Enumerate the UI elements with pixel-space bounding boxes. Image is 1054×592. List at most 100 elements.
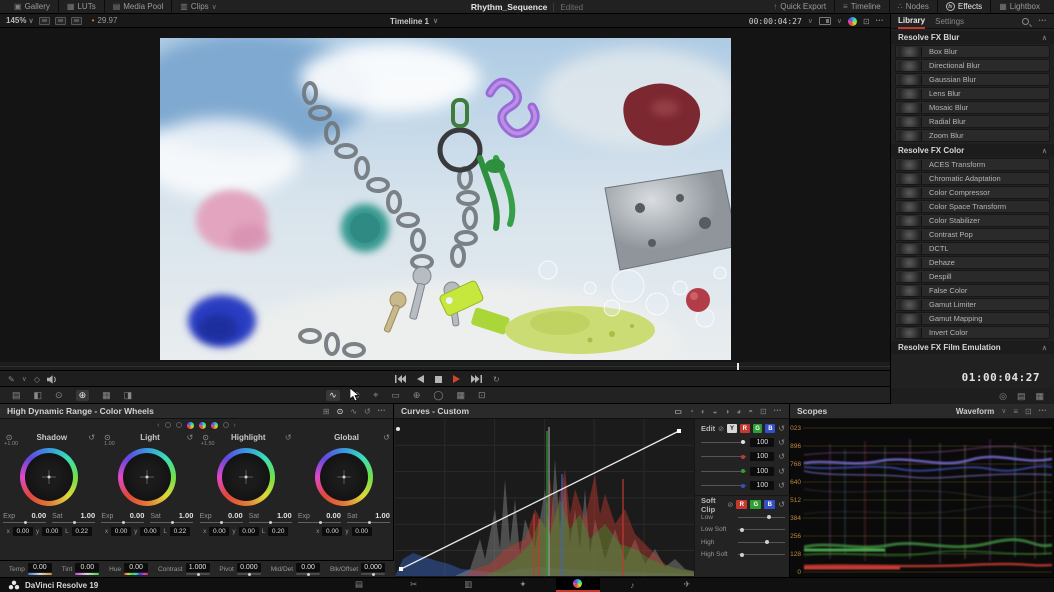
section-resolve-fx-color[interactable]: Resolve FX Color∧ <box>891 144 1054 157</box>
power-window-icon[interactable]: ▭ <box>391 391 400 400</box>
sat-value[interactable]: 1.00 <box>179 511 194 520</box>
stop-button[interactable] <box>435 376 442 383</box>
viewer-timecode[interactable]: 00:00:04:27 <box>749 17 802 26</box>
fx-item-despill[interactable]: Despill <box>895 270 1050 283</box>
reset-icon[interactable]: ↺ <box>778 438 785 447</box>
fx-item-color-compressor[interactable]: Color Compressor <box>895 186 1050 199</box>
sat-slider[interactable] <box>52 522 95 523</box>
tab-library[interactable]: Library <box>898 14 925 29</box>
rgb-mixer-icon[interactable]: ▦ <box>102 391 111 400</box>
y-intensity-slider[interactable]: 100 ↺ <box>701 435 785 450</box>
fx-item-box-blur[interactable]: Box Blur <box>895 45 1050 58</box>
play-button[interactable] <box>453 375 460 383</box>
quick-export-button[interactable]: ↑Quick Export <box>765 0 835 14</box>
contrast-value[interactable]: 1.000 <box>186 563 210 572</box>
page-dot[interactable] <box>223 422 229 428</box>
reset-icon[interactable]: ↺ <box>778 452 785 461</box>
page-media-icon[interactable]: ▤ <box>337 579 381 590</box>
fx-item-contrast-pop[interactable]: Contrast Pop <box>895 228 1050 241</box>
qualifier-icon[interactable]: ⌖ <box>373 391 378 400</box>
reset-icon[interactable]: ↺ <box>778 500 785 509</box>
x-value[interactable]: 0.00 <box>322 527 342 536</box>
play-reverse-button[interactable] <box>417 375 424 383</box>
timeline-button[interactable]: ≡Timeline <box>835 0 890 14</box>
page-fusion-icon[interactable]: ✦ <box>501 579 545 590</box>
sat-value[interactable]: 1.00 <box>277 511 292 520</box>
panel-options-icon[interactable]: ••• <box>774 408 782 414</box>
channel-g-button[interactable]: G <box>753 424 763 433</box>
y-value[interactable]: 0.00 <box>42 527 62 536</box>
g-intensity-slider[interactable]: 100 ↺ <box>701 464 785 479</box>
y-value[interactable]: 0.00 <box>352 527 372 536</box>
fx-item-mosaic-blur[interactable]: Mosaic Blur <box>895 101 1050 114</box>
fx-item-radial-blur[interactable]: Radial Blur <box>895 115 1050 128</box>
viewer-mode-single-icon[interactable] <box>39 17 50 25</box>
expand-icon[interactable]: ⊡ <box>1025 407 1032 416</box>
reset-icon[interactable]: ↺ <box>285 433 292 442</box>
reset-panel-icon[interactable]: ↺ <box>364 407 371 416</box>
tracker-icon[interactable]: ⊕ <box>413 391 421 400</box>
exp-slider[interactable] <box>298 522 341 523</box>
channel-r-button[interactable]: R <box>740 424 750 433</box>
reset-icon[interactable]: ↺ <box>778 467 785 476</box>
page-dot-active[interactable] <box>187 422 194 429</box>
hdr-wheels-icon[interactable]: ⊕ <box>76 390 90 401</box>
overlay-toggle-icon[interactable]: ◇ <box>34 375 40 384</box>
reset-icon[interactable]: ↺ <box>187 433 194 442</box>
curve-custom-icon[interactable]: ▭ <box>674 407 682 416</box>
fx-item-color-space-transform[interactable]: Color Space Transform <box>895 200 1050 213</box>
exp-value[interactable]: 0.00 <box>32 511 47 520</box>
pivot-value[interactable]: 0.000 <box>237 563 261 572</box>
blk-offset-value[interactable]: 0.000 <box>361 563 385 572</box>
reset-icon[interactable]: ↺ <box>383 433 390 442</box>
scope-view-icon[interactable]: ▤ <box>1017 392 1026 401</box>
curve-sat-vs-lum-icon[interactable]: ◓ <box>748 407 753 416</box>
page-cut-icon[interactable]: ✂ <box>392 579 436 590</box>
motion-effects-icon[interactable]: ◨ <box>124 391 133 400</box>
fx-item-lens-blur[interactable]: Lens Blur <box>895 87 1050 100</box>
softclip-r-button[interactable]: R <box>736 500 747 509</box>
page-dot-active[interactable] <box>199 422 206 429</box>
high-slider[interactable] <box>738 542 785 543</box>
blur-palette-icon[interactable]: ▦ <box>456 391 465 400</box>
curve-hue-vs-lum-icon[interactable]: ◒ <box>713 407 718 416</box>
sat-slider[interactable] <box>249 522 292 523</box>
timeline-selector[interactable]: Timeline 1∨ <box>390 14 438 28</box>
l-value[interactable]: 0.20 <box>268 527 288 536</box>
media-pool-button[interactable]: ▤Media Pool <box>105 0 173 14</box>
effects-button[interactable]: fxEffects <box>938 0 991 14</box>
x-value[interactable]: 0.00 <box>111 527 131 536</box>
add-zone-icon[interactable]: ⊞ <box>323 407 330 416</box>
playhead-marker[interactable] <box>737 363 739 370</box>
fx-item-gaussian-blur[interactable]: Gaussian Blur <box>895 73 1050 86</box>
reset-icon[interactable]: ↺ <box>88 433 95 442</box>
r-intensity-slider[interactable]: 100↺ <box>701 450 785 465</box>
curve-lum-vs-sat-icon[interactable]: ◑ <box>725 407 730 416</box>
panel-options-icon[interactable]: ••• <box>378 408 386 414</box>
mid-det-value[interactable]: 0.00 <box>296 563 320 572</box>
fx-item-invert-color[interactable]: Invert Color <box>895 326 1050 339</box>
g-intensity-value[interactable]: 100 <box>750 467 774 476</box>
wheel-mode-icon[interactable]: ⊙ <box>337 407 344 416</box>
color-viewer-icon[interactable] <box>848 17 857 26</box>
options-menu-icon[interactable]: ••• <box>876 18 884 24</box>
exp-value[interactable]: 0.00 <box>326 511 341 520</box>
gang-link-icon[interactable]: ⊘ <box>727 501 733 509</box>
fx-item-gamut-mapping[interactable]: Gamut Mapping <box>895 312 1050 325</box>
softclip-g-button[interactable]: G <box>750 500 761 509</box>
skip-start-button[interactable] <box>395 375 406 383</box>
temp-value[interactable]: 0.00 <box>28 563 52 572</box>
hue-value[interactable]: 0.00 <box>124 563 148 572</box>
fx-item-directional-blur[interactable]: Directional Blur <box>895 59 1050 72</box>
high-soft-slider[interactable] <box>738 554 785 555</box>
sat-value[interactable]: 1.00 <box>375 511 390 520</box>
zone-target-icon[interactable]: ⊙1.00 <box>101 433 113 442</box>
fx-item-aces-transform[interactable]: ACES Transform <box>895 158 1050 171</box>
scrub-track[interactable] <box>0 366 890 367</box>
scope-mode-dropdown[interactable]: Waveform <box>956 407 994 416</box>
exp-slider[interactable] <box>3 522 46 523</box>
page-left-icon[interactable]: ‹ <box>157 422 159 429</box>
x-value[interactable]: 0.00 <box>209 527 229 536</box>
fx-item-dctl[interactable]: DCTL <box>895 242 1050 255</box>
y-intensity-value[interactable]: 100 <box>750 438 774 447</box>
